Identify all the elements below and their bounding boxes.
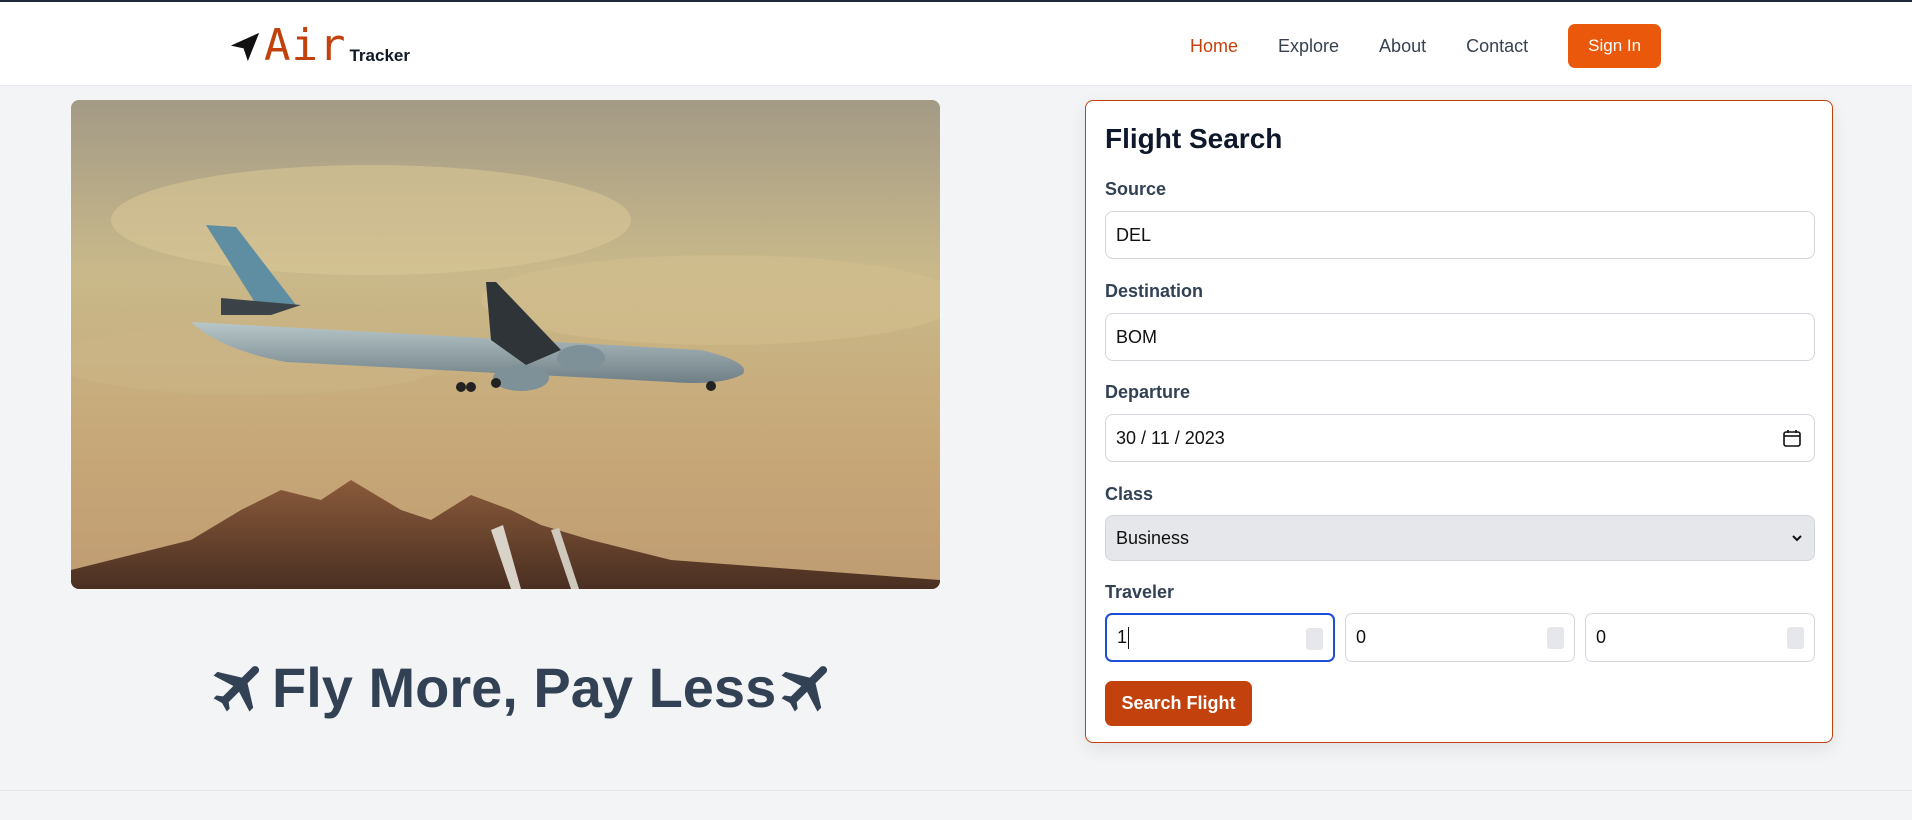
traveler-infants-input[interactable]: 0 <box>1585 613 1815 662</box>
nav-home-link[interactable]: Home <box>1190 24 1238 68</box>
airplane-mountain-photo <box>71 100 940 589</box>
nav-about-link[interactable]: About <box>1379 24 1426 68</box>
search-flight-button[interactable]: Search Flight <box>1105 681 1252 726</box>
nav-links: Home Explore About Contact Sign In <box>1190 24 1662 68</box>
airplane-icon <box>781 666 828 712</box>
brand-tracker: Tracker <box>349 46 410 65</box>
text-caret <box>1128 626 1130 649</box>
traveler-adults-value: 1 <box>1117 627 1128 647</box>
destination-value: BOM <box>1116 326 1158 347</box>
hero-image <box>71 100 940 589</box>
departure-date-input[interactable]: 30 / 11 / 2023 <box>1105 414 1815 462</box>
class-label: Class <box>1105 484 1154 504</box>
departure-value: 30 / 11 / 2023 <box>1116 427 1225 448</box>
slogan: Fly More, Pay Less <box>208 652 840 722</box>
traveler-adults-input[interactable]: 1 <box>1105 613 1335 662</box>
source-input[interactable]: DEL <box>1105 211 1815 259</box>
calendar-icon[interactable] <box>1782 428 1802 448</box>
class-select[interactable]: Business <box>1105 515 1815 561</box>
flight-search-card: Flight Search Source DEL Destination BOM… <box>1085 100 1833 743</box>
brand-logo[interactable]: Air Tracker <box>228 22 410 70</box>
nav-contact-link[interactable]: Contact <box>1466 24 1528 68</box>
class-value: Business <box>1116 527 1190 548</box>
sign-in-button[interactable]: Sign In <box>1568 24 1662 68</box>
destination-label: Destination <box>1105 281 1204 301</box>
source-value: DEL <box>1116 224 1152 245</box>
stepper-icon[interactable] <box>1787 627 1804 649</box>
traveler-children-input[interactable]: 0 <box>1345 613 1575 662</box>
traveler-infants-value: 0 <box>1596 627 1607 647</box>
chevron-down-icon <box>1792 535 1802 542</box>
departure-label: Departure <box>1105 382 1191 402</box>
slogan-text: Fly More, Pay Less <box>272 655 777 719</box>
source-label: Source <box>1105 179 1167 199</box>
airplane-icon <box>213 666 260 712</box>
traveler-label: Traveler <box>1105 582 1175 602</box>
divider <box>0 790 1912 791</box>
top-navbar: Air Tracker Home Explore About Contact S… <box>0 2 1912 86</box>
paper-plane-icon <box>230 32 260 62</box>
traveler-children-value: 0 <box>1356 627 1367 647</box>
card-title: Flight Search <box>1105 123 1283 154</box>
brand-air: Air <box>264 20 347 71</box>
destination-input[interactable]: BOM <box>1105 313 1815 361</box>
stepper-icon[interactable] <box>1547 627 1564 649</box>
stepper-icon[interactable] <box>1306 628 1323 650</box>
nav-explore-link[interactable]: Explore <box>1278 24 1339 68</box>
